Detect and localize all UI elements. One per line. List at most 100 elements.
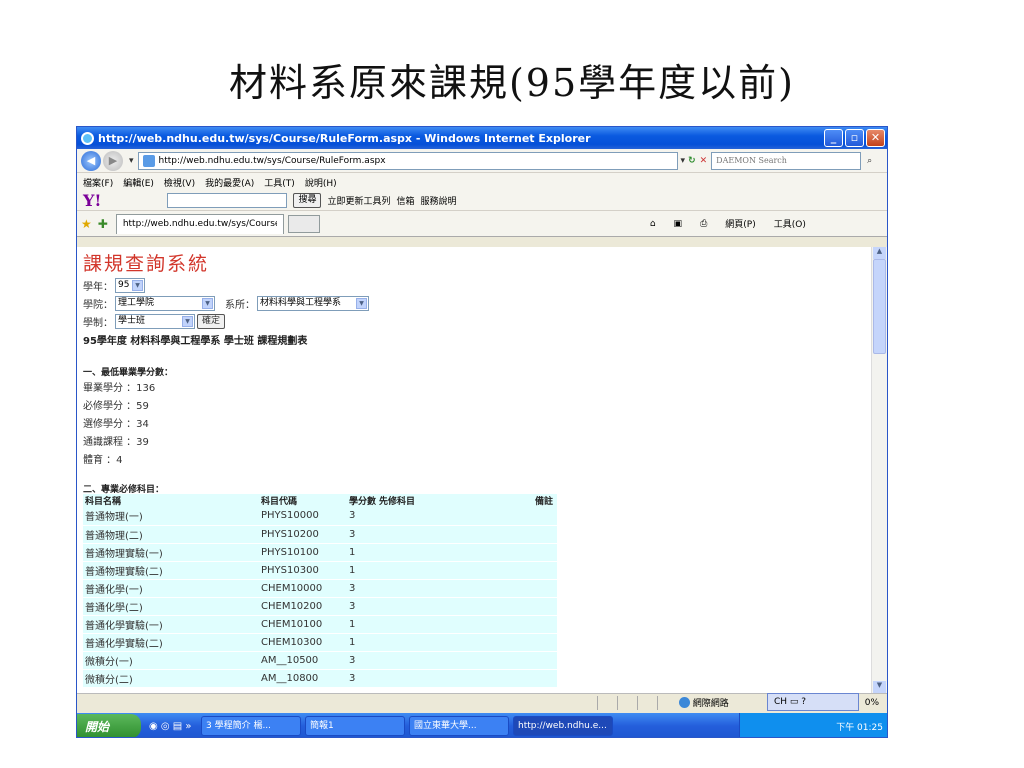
chevron-down-icon: ▼: [202, 297, 213, 309]
chevron-down-icon: ▼: [182, 315, 193, 327]
table-row: 普通化學實驗(一) CHEM10100 1: [83, 615, 557, 634]
table-row: 普通物理實驗(一) PHYS10100 1: [83, 543, 557, 562]
yahoo-logo[interactable]: Y!: [83, 191, 101, 210]
cell-credits: 1: [347, 615, 377, 634]
quick-launch[interactable]: ◉ ◎ ▤ »: [141, 721, 201, 732]
menu-tools[interactable]: 工具(T): [264, 176, 295, 189]
cell-credits: 1: [347, 633, 377, 652]
menu-help[interactable]: 說明(H): [305, 176, 337, 189]
cell-notes: [533, 597, 557, 616]
college-select[interactable]: 理工學院 ▼: [115, 295, 215, 311]
system-select[interactable]: 學士班 ▼: [115, 313, 195, 329]
favorites-star-icon[interactable]: ★: [81, 217, 92, 231]
task-program-intro[interactable]: 3 學程簡介 楊...: [201, 716, 301, 736]
tab-active[interactable]: http://web.ndhu.edu.tw/sys/Course/RuleFo…: [115, 213, 284, 234]
stat-required: 必修學分 ：59: [83, 401, 149, 412]
year-select[interactable]: 95 ▼: [115, 277, 145, 293]
menu-edit[interactable]: 編輯(E): [123, 176, 154, 189]
scroll-down-icon[interactable]: ▼: [873, 681, 886, 693]
close-button[interactable]: ✕: [866, 129, 885, 147]
yahoo-search-input[interactable]: [167, 193, 288, 208]
security-zone: 網際網路: [678, 696, 769, 709]
address-bar-row: ◀ ▶ ▾ http://web.ndhu.edu.tw/sys/Course/…: [77, 149, 887, 173]
add-favorite-icon[interactable]: ✚: [98, 217, 108, 231]
section-required-courses: 二、專業必修科目：: [83, 485, 165, 495]
language-bar[interactable]: CH ▭ ?: [767, 693, 859, 711]
dept-select[interactable]: 材料科學與工程學系 ▼: [257, 295, 369, 311]
yahoo-search-button[interactable]: 搜尋: [293, 193, 322, 208]
new-tab-button[interactable]: [287, 214, 320, 233]
forward-button[interactable]: ▶: [103, 150, 123, 171]
service-link[interactable]: 服務說明: [421, 194, 457, 207]
stat-elective: 選修學分 ：34: [83, 419, 149, 430]
menu-view[interactable]: 檢視(V): [164, 176, 195, 189]
cell-notes: [533, 579, 557, 598]
year-row: 學年： 95 ▼: [83, 276, 872, 294]
vertical-scrollbar[interactable]: ▲ ▼: [871, 247, 887, 693]
cell-course-code: PHYS10200: [259, 525, 347, 544]
stat-general: 通識課程 ：39: [83, 437, 149, 448]
rss-icon[interactable]: ▣: [674, 219, 683, 229]
task-ndhu[interactable]: 國立東華大學...: [409, 716, 509, 736]
clock[interactable]: 下午 01:25: [836, 720, 883, 733]
task-slides[interactable]: 簡報1: [305, 716, 405, 736]
globe-icon: [678, 697, 690, 708]
chevron-down-icon: ▼: [132, 279, 143, 291]
page-menu[interactable]: 網頁(P): [725, 217, 755, 230]
cell-notes: [533, 507, 557, 526]
course-table: 科目名稱 科目代碼 學分數 先修科目 備註 普通物理(一) PHYS10000 3 普…: [83, 494, 557, 688]
cell-course-name: 普通化學(一): [83, 579, 259, 598]
confirm-button[interactable]: 確定: [197, 313, 226, 329]
task-ie-window[interactable]: http://web.ndhu.e...: [513, 716, 613, 736]
cell-course-name: 普通物理實驗(一): [83, 543, 259, 562]
menu-favorites[interactable]: 我的最愛(A): [205, 176, 254, 189]
menu-file[interactable]: 檔案(F): [83, 176, 113, 189]
home-icon[interactable]: ⌂: [650, 219, 656, 229]
cell-notes: [533, 525, 557, 544]
cell-prereq: [377, 525, 533, 544]
minimize-button[interactable]: _: [824, 129, 843, 147]
address-input[interactable]: http://web.ndhu.edu.tw/sys/Course/RuleFo…: [137, 151, 678, 170]
cell-credits: 3: [347, 525, 377, 544]
col-course-name: 科目名稱: [83, 494, 259, 507]
system-tray: 下午 01:25: [739, 713, 887, 737]
cell-prereq: [377, 543, 533, 562]
cell-notes: [533, 669, 557, 688]
mail-link[interactable]: 信箱: [396, 194, 414, 207]
cell-prereq: [377, 669, 533, 688]
cell-notes: [533, 561, 557, 580]
address-text: http://web.ndhu.edu.tw/sys/Course/RuleFo…: [158, 155, 386, 166]
table-row: 微積分(一) AM__10500 3: [83, 651, 557, 670]
tools-menu[interactable]: 工具(O): [774, 217, 806, 230]
refresh-icon[interactable]: ↻: [688, 156, 696, 166]
cell-prereq: [377, 507, 533, 526]
cell-course-code: PHYS10100: [259, 543, 347, 562]
toolbar-update-link[interactable]: 立即更新工具列: [327, 194, 390, 207]
tab-bar: ★ ✚ http://web.ndhu.edu.tw/sys/Course/Ru…: [77, 211, 887, 237]
maximize-button[interactable]: ▫: [845, 129, 864, 147]
cell-credits: 3: [347, 597, 377, 616]
system-label: 學制：: [83, 317, 113, 329]
stop-icon[interactable]: ✕: [700, 156, 708, 166]
start-button[interactable]: 開始: [77, 714, 141, 737]
page-content: 課規查詢系統 學年： 95 ▼ 學院： 理工學院 ▼ 系所： 材料科學與工程學系 ▼ …: [77, 247, 872, 693]
dept-label: 系所：: [225, 299, 255, 311]
college-row: 學院： 理工學院 ▼ 系所： 材料科學與工程學系 ▼: [83, 294, 872, 312]
scroll-thumb[interactable]: [873, 259, 886, 354]
search-icon[interactable]: ⌕: [867, 156, 872, 166]
back-button[interactable]: ◀: [81, 150, 101, 171]
table-row: 普通化學(一) CHEM10000 3: [83, 579, 557, 598]
cell-course-name: 微積分(二): [83, 669, 259, 688]
history-dropdown-icon[interactable]: ▾: [129, 156, 134, 166]
scroll-up-icon[interactable]: ▲: [873, 247, 886, 259]
print-icon[interactable]: ⎙: [700, 219, 707, 229]
cell-course-code: CHEM10300: [259, 633, 347, 652]
search-input[interactable]: DAEMON Search: [711, 151, 862, 170]
cell-course-name: 微積分(一): [83, 651, 259, 670]
window-title: http://web.ndhu.edu.tw/sys/Course/RuleFo…: [98, 131, 591, 145]
zoom-level[interactable]: 0%: [865, 698, 879, 708]
cell-course-code: CHEM10200: [259, 597, 347, 616]
address-dropdown-icon[interactable]: ▾: [681, 156, 686, 166]
credit-stats: 畢業學分 ：136 必修學分 ：59 選修學分 ：34 通識課程 ：39 體育 …: [83, 380, 872, 470]
table-row: 普通化學(二) CHEM10200 3: [83, 597, 557, 616]
